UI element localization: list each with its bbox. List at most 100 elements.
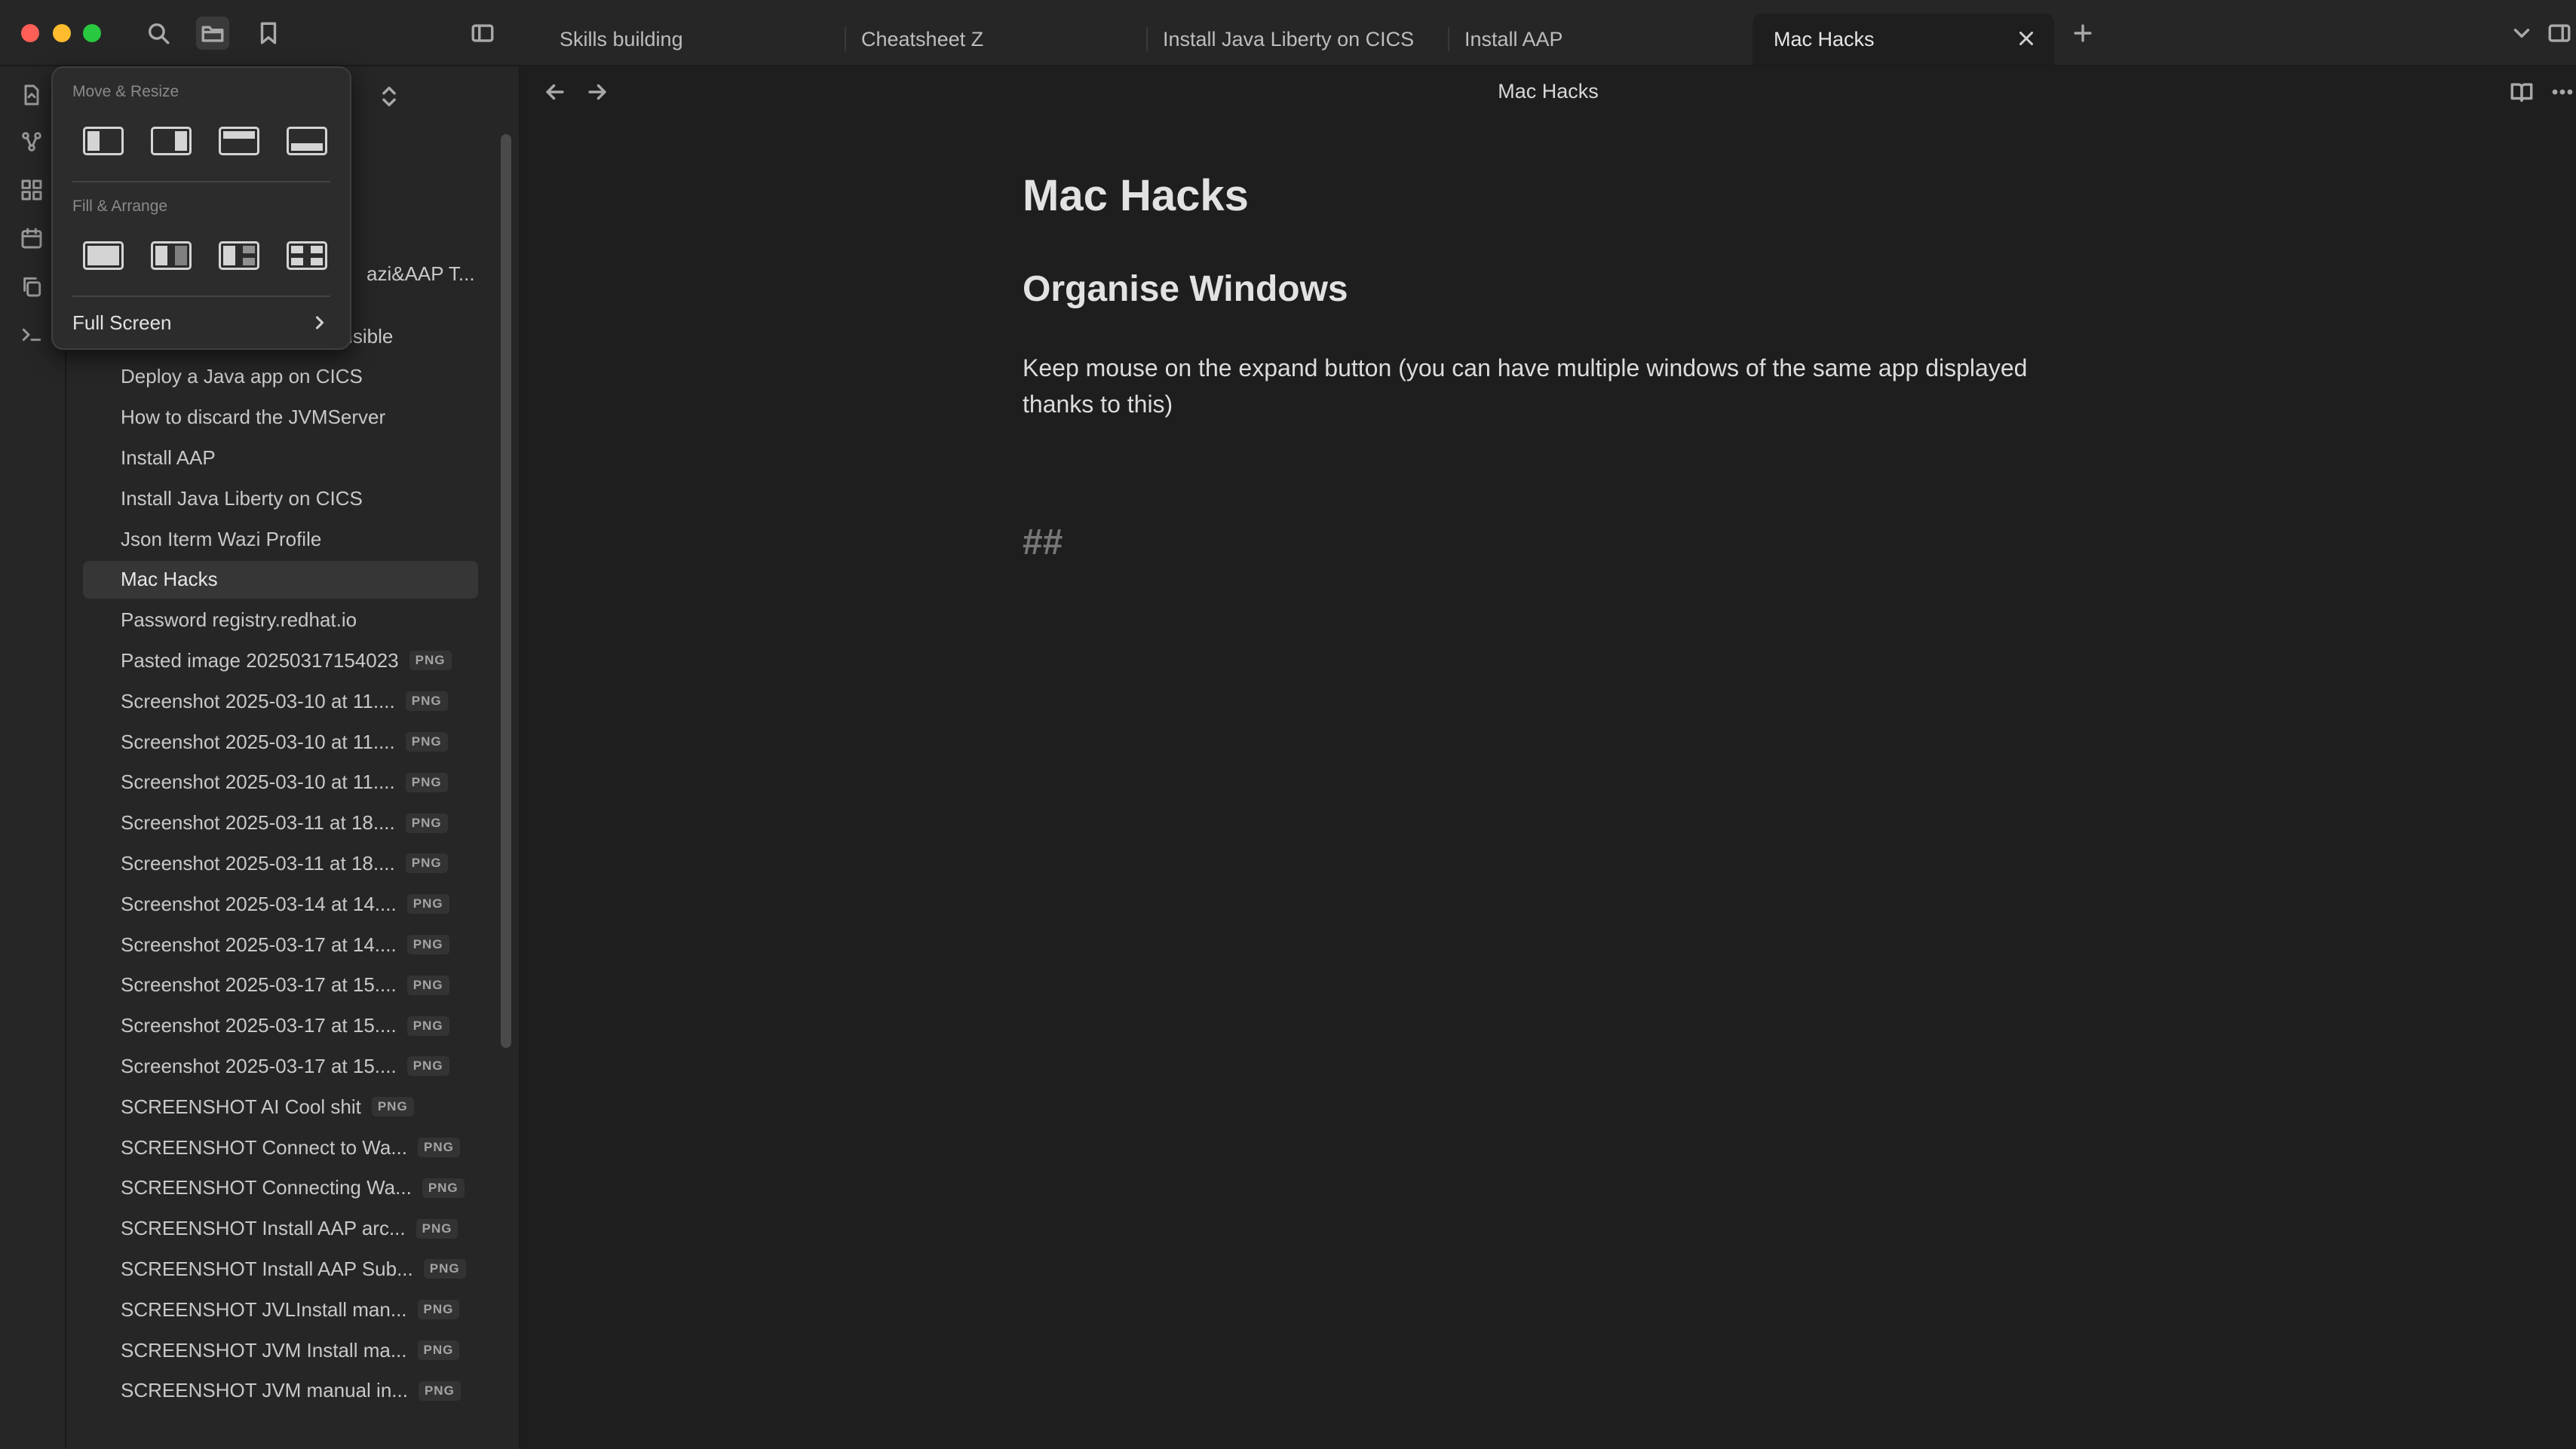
list-item[interactable]: SCREENSHOT JVM manual in... PNG [83, 1372, 478, 1410]
move-resize-title: Move & Resize [72, 83, 179, 100]
arrange-split-icon[interactable] [151, 241, 192, 270]
list-item[interactable]: SCREENSHOT Connect to Wa... PNG [83, 1129, 478, 1166]
list-item[interactable]: Mac Hacks [83, 560, 478, 599]
tab-mac-hacks[interactable]: Mac Hacks [1753, 14, 2054, 65]
file-name: Screenshot 2025-03-17 at 15.... [121, 1054, 397, 1077]
file-type-badge: PNG [405, 772, 448, 792]
list-item[interactable]: Pasted image 20250317154023 PNG [83, 642, 478, 679]
list-item[interactable]: Screenshot 2025-03-17 at 14.... PNG [83, 926, 478, 963]
heading-markdown[interactable]: ## [1023, 522, 1063, 563]
terminal-icon[interactable] [15, 318, 48, 351]
search-icon[interactable] [142, 17, 175, 50]
calendar-icon[interactable] [15, 222, 48, 255]
list-item[interactable]: SCREENSHOT JVLInstall man... PNG [83, 1291, 478, 1328]
new-tab-icon[interactable] [2066, 17, 2099, 50]
note-title: Mac Hacks [1023, 171, 1249, 220]
file-name: SCREENSHOT Connecting Wa... [121, 1176, 412, 1199]
file-name: SCREENSHOT Install AAP arc... [121, 1217, 406, 1240]
reading-view-icon[interactable] [2505, 75, 2538, 109]
file-type-badge: PNG [406, 894, 449, 914]
list-item[interactable]: Screenshot 2025-03-17 at 15.... PNG [83, 1047, 478, 1085]
list-item[interactable]: SCREENSHOT AI Cool shit PNG [83, 1088, 478, 1126]
minimize-window-button[interactable] [53, 24, 71, 42]
note-header-title[interactable]: Mac Hacks [520, 80, 2576, 103]
file-name: Pasted image 20250317154023 [121, 648, 399, 672]
tile-left-half-icon[interactable] [83, 127, 124, 155]
graph-view-icon[interactable] [15, 125, 48, 158]
list-item[interactable]: Json Iterm Wazi Profile [83, 520, 478, 558]
tile-top-half-icon[interactable] [219, 127, 259, 155]
full-screen-menu-item[interactable]: Full Screen [72, 308, 333, 338]
list-item[interactable]: Screenshot 2025-03-11 at 18.... PNG [83, 804, 478, 842]
list-item[interactable]: Password registry.redhat.io [83, 602, 478, 639]
close-window-button[interactable] [21, 24, 39, 42]
popup-divider [72, 296, 330, 297]
list-item[interactable]: Deploy a Java app on CICS [83, 358, 478, 396]
file-name: SCREENSHOT Install AAP Sub... [121, 1257, 413, 1280]
file-name: Screenshot 2025-03-10 at 11.... [121, 730, 395, 753]
right-sidebar-toggle-icon[interactable] [2543, 17, 2576, 50]
file-type-badge: PNG [405, 813, 448, 833]
file-name: Screenshot 2025-03-10 at 11.... [121, 689, 395, 712]
zoom-window-button[interactable] [83, 24, 101, 42]
canvas-icon[interactable] [15, 173, 48, 207]
list-item[interactable]: Screenshot 2025-03-11 at 18.... PNG [83, 844, 478, 882]
file-type-badge: PNG [406, 1016, 449, 1036]
list-item[interactable]: Screenshot 2025-03-10 at 11.... PNG [83, 723, 478, 761]
file-type-badge: PNG [418, 1138, 460, 1157]
title-bar: Skills building Cheatsheet Z Install Jav… [0, 0, 2576, 66]
tile-bottom-half-icon[interactable] [287, 127, 327, 155]
file-name: Screenshot 2025-03-14 at 14.... [121, 892, 397, 915]
file-type-badge: PNG [405, 691, 448, 712]
tab-cheatsheet-z[interactable]: Cheatsheet Z [840, 14, 1142, 65]
sidebar-scrollbar[interactable] [501, 134, 511, 1048]
list-item[interactable]: SCREENSHOT Install AAP arc... PNG [83, 1210, 478, 1248]
file-type-badge: PNG [423, 1259, 466, 1279]
list-item[interactable]: How to discard the JVMServer [83, 399, 478, 437]
tab-install-aap[interactable]: Install AAP [1443, 14, 1745, 65]
file-name: Deploy a Java app on CICS [121, 365, 363, 388]
file-name: Install Java Liberty on CICS [121, 486, 363, 510]
list-item[interactable]: Install AAP [83, 439, 478, 476]
list-item[interactable]: Install Java Liberty on CICS [83, 479, 478, 517]
collapse-all-icon[interactable] [373, 80, 406, 113]
file-name: Screenshot 2025-03-11 at 18.... [121, 811, 395, 835]
fill-screen-icon[interactable] [83, 241, 124, 270]
chevron-down-icon[interactable] [2505, 17, 2538, 50]
more-options-icon[interactable] [2546, 75, 2576, 109]
file-type-badge: PNG [418, 1380, 461, 1401]
tile-right-half-icon[interactable] [151, 127, 192, 155]
list-item[interactable]: SCREENSHOT Connecting Wa... PNG [83, 1169, 478, 1207]
tab-skills-building[interactable]: Skills building [538, 14, 840, 65]
list-item[interactable]: Screenshot 2025-03-10 at 11.... PNG [83, 682, 478, 720]
tab-install-java-liberty[interactable]: Install Java Liberty on CICS [1142, 14, 1443, 65]
file-type-badge: PNG [417, 1340, 460, 1360]
folder-icon[interactable] [196, 17, 229, 50]
open-file-icon[interactable] [15, 78, 48, 112]
close-tab-icon[interactable] [2015, 27, 2038, 50]
bookmark-icon[interactable] [252, 17, 285, 50]
list-item[interactable]: SCREENSHOT Install AAP Sub... PNG [83, 1250, 478, 1288]
window-tiling-popup: Move & Resize Fill & Arrange Full Screen [51, 66, 351, 350]
section-heading: Organise Windows [1023, 269, 1348, 309]
file-type-badge: PNG [422, 1178, 465, 1198]
arrange-three-icon[interactable] [219, 241, 259, 270]
list-item[interactable]: SCREENSHOT JVM Install ma... PNG [83, 1331, 478, 1369]
list-item[interactable]: Screenshot 2025-03-14 at 14.... PNG [83, 885, 478, 923]
file-type-badge: PNG [371, 1097, 414, 1117]
list-item[interactable]: Screenshot 2025-03-17 at 15.... PNG [83, 1007, 478, 1045]
arrange-quarters-icon[interactable] [287, 241, 327, 270]
list-item[interactable]: Screenshot 2025-03-17 at 15.... PNG [83, 967, 478, 1004]
file-name: SCREENSHOT Connect to Wa... [121, 1135, 408, 1159]
file-type-badge: PNG [416, 1218, 458, 1239]
tab-label: Cheatsheet Z [861, 27, 984, 51]
copy-icon[interactable] [15, 270, 48, 303]
sidebar-toggle-icon[interactable] [466, 17, 499, 50]
file-type-badge: PNG [406, 1056, 449, 1077]
list-item[interactable]: Screenshot 2025-03-10 at 11.... PNG [83, 764, 478, 801]
file-name: SCREENSHOT AI Cool shit [121, 1095, 361, 1118]
file-name: Screenshot 2025-03-17 at 14.... [121, 933, 397, 956]
note-paragraph[interactable]: Keep mouse on the expand button (you can… [1023, 350, 2093, 422]
file-name: Json Iterm Wazi Profile [121, 527, 322, 550]
file-name: Mac Hacks [121, 568, 218, 591]
